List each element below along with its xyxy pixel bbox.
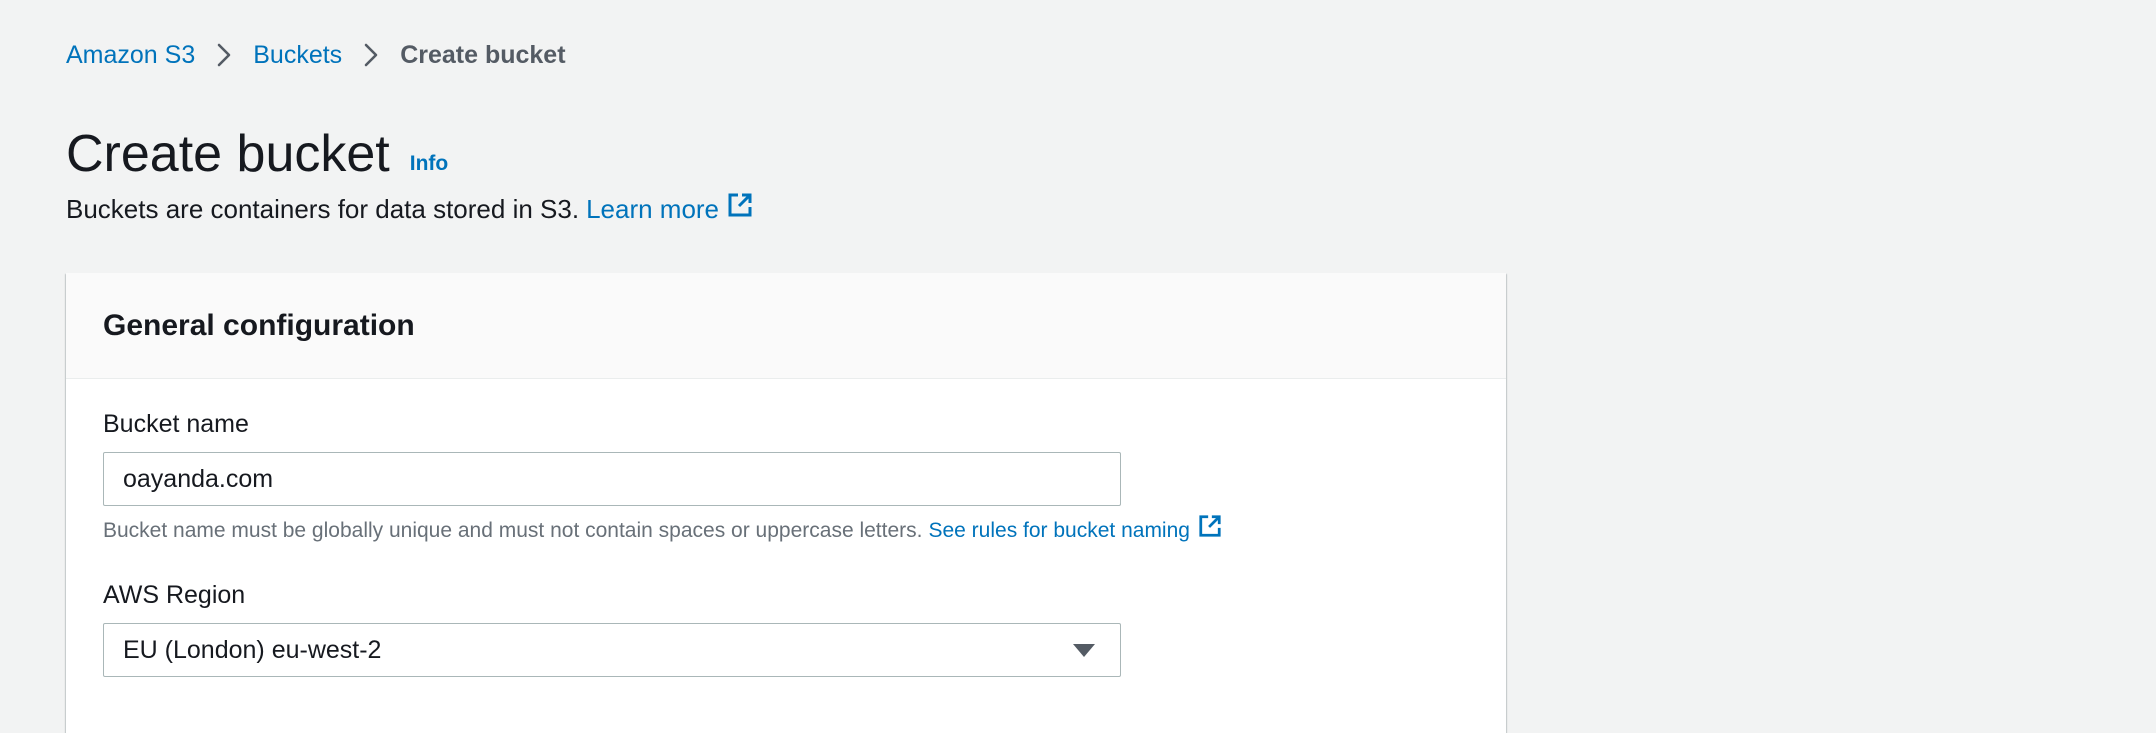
breadcrumb-current: Create bucket <box>400 41 566 69</box>
aws-region-select[interactable]: EU (London) eu-west-2 <box>103 623 1121 677</box>
breadcrumb: Amazon S3 Buckets Create bucket <box>66 38 566 72</box>
chevron-right-icon <box>195 38 253 72</box>
aws-region-label: AWS Region <box>103 581 246 609</box>
external-link-icon <box>727 192 753 226</box>
page-description: Buckets are containers for data stored i… <box>66 192 753 226</box>
page-description-text: Buckets are containers for data stored i… <box>66 194 580 224</box>
learn-more-label: Learn more <box>586 194 720 224</box>
info-link[interactable]: Info <box>410 152 448 176</box>
breadcrumb-amazon-s3-link[interactable]: Amazon S3 <box>66 38 195 72</box>
general-configuration-panel: General configuration Bucket name Bucket… <box>66 273 1506 733</box>
learn-more-link[interactable]: Learn more <box>586 192 753 226</box>
bucket-name-constraint: Bucket name must be globally unique and … <box>103 514 1222 547</box>
panel-title: General configuration <box>103 308 415 342</box>
bucket-name-label: Bucket name <box>103 410 249 438</box>
aws-region-selected-value: EU (London) eu-west-2 <box>123 635 382 664</box>
chevron-right-icon <box>342 38 400 72</box>
external-link-icon <box>1198 514 1222 547</box>
page-header: Create bucket Info <box>66 124 448 184</box>
caret-down-icon <box>1073 643 1095 657</box>
bucket-naming-rules-link[interactable]: See rules for bucket naming <box>928 514 1221 547</box>
bucket-name-input[interactable] <box>103 452 1121 506</box>
page-title: Create bucket <box>66 125 390 183</box>
bucket-name-constraint-text: Bucket name must be globally unique and … <box>103 518 923 542</box>
bucket-naming-rules-label: See rules for bucket naming <box>928 518 1190 542</box>
breadcrumb-buckets-link[interactable]: Buckets <box>253 38 342 72</box>
panel-header: General configuration <box>66 273 1506 379</box>
